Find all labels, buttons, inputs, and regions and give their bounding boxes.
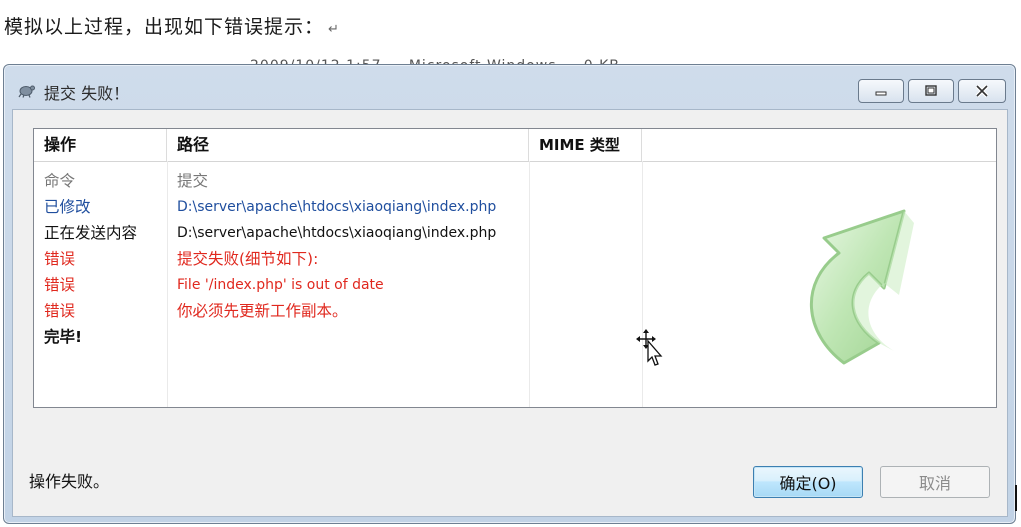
path-cell: 你必须先更新工作副本。	[177, 302, 348, 320]
path-cell	[167, 324, 539, 350]
cancel-button[interactable]: 取消	[880, 466, 990, 498]
close-icon	[975, 84, 989, 98]
commit-failed-dialog: 提交 失败！ 操作 路径 MIME 类型 命令 提交 已修改 D:\server…	[3, 64, 1016, 524]
paragraph-return-mark: ↵	[328, 22, 340, 37]
maximize-icon	[925, 85, 937, 96]
column-header-empty	[642, 129, 996, 161]
ok-button[interactable]: 确定(O)	[753, 466, 863, 498]
path-cell: D:\server\apache\htdocs\xiaoqiang\index.…	[177, 225, 497, 241]
column-header-action[interactable]: 操作	[34, 129, 167, 161]
action-cell: 已修改	[44, 198, 91, 216]
status-message: 操作失败。	[29, 472, 110, 491]
path-cell: D:\server\apache\htdocs\xiaoqiang\index.…	[177, 199, 497, 215]
action-cell: 错误	[44, 302, 76, 320]
list-header: 操作 路径 MIME 类型	[34, 129, 996, 162]
action-cell: 错误	[44, 250, 76, 268]
commit-log-list[interactable]: 操作 路径 MIME 类型 命令 提交已修改 D:\server\apache\ht…	[33, 128, 997, 408]
dialog-body: 操作 路径 MIME 类型 命令 提交已修改 D:\server\apache\ht…	[12, 109, 1008, 517]
path-cell: 提交失败(细节如下):	[177, 250, 319, 268]
path-cell: File '/index.php' is out of date	[177, 277, 384, 293]
commit-arrow-icon	[809, 209, 914, 365]
path-cell: 提交	[177, 172, 209, 190]
title-bar[interactable]: 提交 失败！	[4, 65, 1015, 111]
minimize-icon	[875, 91, 887, 96]
text-caret	[1015, 485, 1017, 511]
document-text: 模拟以上过程，出现如下错误提示：	[4, 16, 325, 38]
action-cell: 正在发送内容	[44, 224, 138, 242]
action-cell: 错误	[44, 276, 76, 294]
tortoise-app-icon	[18, 85, 35, 98]
document-text-line: 模拟以上过程，出现如下错误提示： ↵	[4, 12, 340, 39]
maximize-button[interactable]	[908, 79, 954, 103]
window-title: 提交 失败！	[44, 84, 130, 103]
action-cell: 命令	[44, 172, 76, 190]
column-header-path[interactable]: 路径	[167, 129, 529, 161]
close-button[interactable]	[958, 79, 1006, 103]
minimize-button[interactable]	[858, 79, 904, 103]
action-cell: 完毕!	[44, 328, 83, 346]
column-header-mime-type[interactable]: MIME 类型	[529, 129, 642, 161]
move-cursor-icon	[636, 329, 663, 366]
